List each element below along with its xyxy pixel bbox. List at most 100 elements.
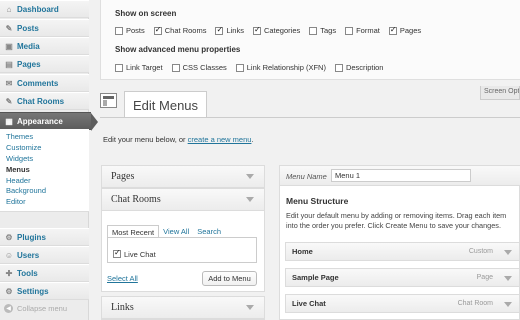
checkbox-posts[interactable]: Posts	[115, 26, 145, 35]
checkbox-box[interactable]	[171, 63, 180, 72]
menu-name-bar: Menu Name Menu 1	[280, 166, 520, 186]
collapse-menu-button[interactable]: ◀ Collapse menu	[4, 304, 67, 313]
expand-arrow-icon[interactable]	[504, 276, 512, 281]
expand-arrow-icon[interactable]	[246, 197, 254, 202]
menu-item-title: Sample Page	[292, 273, 339, 282]
checkbox-link-relationship[interactable]: Link Relationship (XFN)	[235, 63, 326, 72]
comments-icon: ✉	[5, 78, 13, 88]
checkbox-link-target[interactable]: Link Target	[115, 63, 163, 72]
collapse-arrow-icon: ◀	[4, 304, 13, 313]
sidebar-item-label: Plugins	[17, 232, 46, 242]
checkbox-box[interactable]	[115, 26, 123, 35]
tools-icon: ✚	[5, 268, 13, 278]
menu-item[interactable]: Live Chat Chat Room	[285, 294, 520, 313]
menu-name-input[interactable]: Menu 1	[331, 169, 471, 182]
sidebar-item-label: Users	[17, 250, 40, 260]
checkbox-tags[interactable]: Tags	[309, 26, 336, 35]
menu-item-title: Home	[292, 247, 313, 256]
live-chat-checkbox[interactable]: Live Chat	[113, 248, 156, 259]
menu-name-label: Menu Name	[286, 172, 327, 181]
show-on-screen-options: Posts Chat Rooms Links Categories Tags F…	[115, 25, 430, 35]
chat-rooms-accordion-title: Chat Rooms	[111, 194, 161, 205]
checkbox-box[interactable]	[334, 63, 343, 72]
checkbox-label: Link Relationship (XFN)	[246, 63, 326, 72]
page-title[interactable]: Edit Menus	[124, 91, 208, 118]
chat-rooms-accordion-header[interactable]: Chat Rooms	[102, 189, 264, 211]
add-to-menu-button[interactable]: Add to Menu	[202, 271, 257, 286]
expand-arrow-icon[interactable]	[504, 250, 512, 255]
sidebar-item-plugins[interactable]: ⚙ Plugins	[0, 228, 89, 246]
menu-item[interactable]: Home Custom	[285, 242, 520, 261]
checkbox-box[interactable]	[153, 25, 162, 35]
sidebar-item-settings[interactable]: ⚙ Settings	[0, 282, 89, 300]
checkbox-box[interactable]	[113, 248, 121, 258]
checkbox-box[interactable]	[252, 25, 261, 35]
checkbox-box[interactable]	[235, 63, 244, 72]
menu-structure-description: Edit your default menu by adding or remo…	[286, 211, 507, 230]
pages-accordion-header[interactable]: Pages	[102, 166, 264, 188]
menus-icon	[100, 93, 117, 108]
links-accordion[interactable]: Links	[101, 296, 265, 320]
checkbox-box[interactable]	[115, 63, 123, 72]
checkbox-format[interactable]: Format	[345, 26, 380, 35]
sidebar-item-comments[interactable]: ✉ Comments	[0, 74, 89, 92]
checkbox-label: Categories	[263, 26, 301, 35]
select-all-link[interactable]: Select All	[107, 274, 138, 283]
submenu-themes[interactable]: Themes	[6, 132, 89, 143]
settings-icon: ⚙	[5, 286, 13, 296]
screen-options-tab[interactable]: Screen Opti	[480, 86, 520, 100]
sidebar-item-media[interactable]: ▣ Media	[0, 37, 89, 55]
admin-sidebar: ⌂ Dashboard ✎ Posts ▣ Media ▤ Pages ✉ Comment…	[0, 0, 98, 320]
links-accordion-header[interactable]: Links	[102, 297, 264, 319]
checkbox-label: Posts	[126, 26, 145, 35]
menu-item[interactable]: Sample Page Page	[285, 268, 520, 287]
sidebar-item-label: Appearance	[17, 116, 63, 126]
checkbox-box[interactable]	[215, 25, 224, 35]
submenu-header[interactable]: Header	[6, 176, 89, 187]
submenu-widgets[interactable]: Widgets	[6, 154, 89, 165]
checkbox-box[interactable]	[388, 25, 397, 35]
expand-arrow-icon[interactable]	[504, 302, 512, 307]
checkbox-links[interactable]: Links	[215, 25, 244, 35]
pages-accordion[interactable]: Pages	[101, 165, 265, 188]
checkbox-box[interactable]	[309, 26, 318, 35]
sidebar-item-appearance[interactable]: ▦ Appearance	[0, 112, 98, 131]
expand-arrow-icon[interactable]	[246, 174, 254, 179]
appearance-submenu: Themes Customize Widgets Menus Header Ba…	[0, 129, 89, 213]
expand-arrow-icon[interactable]	[246, 305, 254, 310]
advanced-properties-heading: Show advanced menu properties	[115, 45, 241, 54]
checkbox-chat-rooms[interactable]: Chat Rooms	[153, 25, 206, 35]
checkbox-label: Links	[226, 26, 244, 35]
checkbox-categories[interactable]: Categories	[252, 25, 301, 35]
sidebar-item-posts[interactable]: ✎ Posts	[0, 19, 89, 37]
sidebar-item-users[interactable]: ☺ Users	[0, 246, 89, 264]
pages-accordion-title: Pages	[111, 171, 135, 182]
menu-item-type: Chat Room	[457, 300, 493, 307]
users-icon: ☺	[4, 250, 14, 260]
sidebar-item-dashboard[interactable]: ⌂ Dashboard	[0, 0, 89, 18]
checkbox-description[interactable]: Description	[334, 63, 383, 72]
submenu-customize[interactable]: Customize	[6, 143, 89, 154]
sidebar-item-chat-rooms[interactable]: ✎ Chat Rooms	[0, 92, 89, 110]
submenu-background[interactable]: Background	[6, 186, 89, 197]
checkbox-pages[interactable]: Pages	[388, 25, 421, 35]
media-icon: ▣	[5, 41, 13, 51]
sidebar-item-pages[interactable]: ▤ Pages	[0, 55, 89, 73]
checkbox-box[interactable]	[345, 26, 354, 35]
sidebar-item-label: Dashboard	[17, 4, 59, 14]
create-new-menu-link[interactable]: create a new menu	[188, 135, 252, 144]
sidebar-item-label: Tools	[17, 268, 38, 278]
chat-icon: ✎	[5, 96, 13, 106]
dashboard-icon: ⌂	[6, 4, 12, 14]
submenu-menus[interactable]: Menus	[6, 165, 89, 176]
advanced-properties-options: Link Target CSS Classes Link Relationshi…	[115, 63, 392, 72]
submenu-editor[interactable]: Editor	[6, 197, 89, 208]
checkbox-css-classes[interactable]: CSS Classes	[171, 63, 227, 72]
intro-text: Edit your menu below, or create a new me…	[103, 135, 254, 144]
appearance-icon: ▦	[5, 116, 13, 126]
sidebar-item-tools[interactable]: ✚ Tools	[0, 264, 89, 282]
pin-icon: ✎	[5, 23, 13, 33]
menu-item-type: Page	[476, 274, 493, 281]
plugins-icon: ⚙	[5, 232, 13, 242]
menu-item-title: Live Chat	[292, 299, 326, 308]
